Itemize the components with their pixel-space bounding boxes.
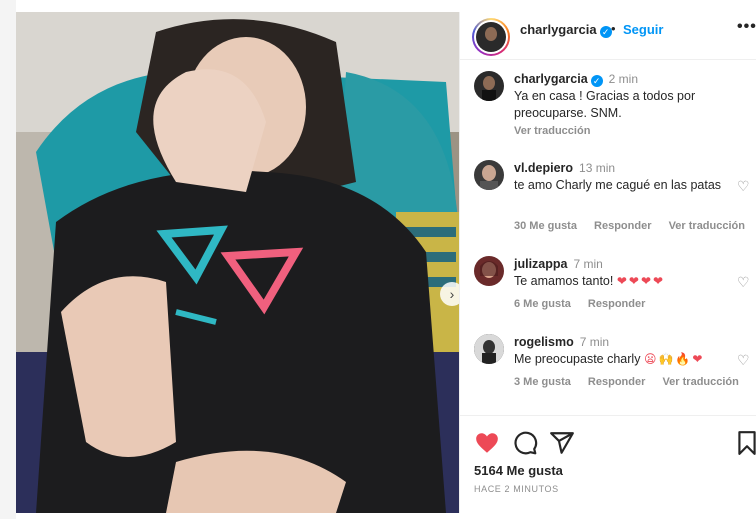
verified-icon: ✓ — [599, 26, 612, 38]
comment-text: te amo Charly me cagué en las patas — [514, 178, 722, 192]
avatar[interactable] — [474, 160, 504, 190]
comment-like-icon[interactable]: ♡ — [737, 178, 750, 195]
more-options-icon[interactable]: ••• — [737, 18, 756, 36]
comment-emoji: ❤❤❤❤ — [616, 274, 666, 288]
caption-time[interactable]: 2 min — [609, 72, 638, 86]
avatar[interactable] — [474, 256, 504, 286]
comments-list[interactable]: charlygarcia ✓ 2 min Ya en casa ! Gracias … — [460, 61, 756, 415]
comment-username[interactable]: julizappa — [514, 257, 567, 271]
translate-link[interactable]: Ver traducción — [514, 125, 590, 137]
comment-time[interactable]: 13 min — [579, 161, 615, 175]
avatar[interactable] — [474, 71, 504, 101]
follow-button[interactable]: Seguir — [623, 22, 663, 37]
author-avatar[interactable] — [472, 18, 510, 56]
comment-likes[interactable]: 3 Me gusta — [514, 376, 571, 388]
comment-username[interactable]: vl.depiero — [514, 161, 573, 175]
share-icon[interactable] — [549, 430, 575, 456]
avatar — [476, 22, 506, 52]
comment-text: Me preocupaste charly — [514, 352, 641, 366]
translate-link[interactable]: Ver traducción — [662, 376, 738, 388]
caption-text: Ya en casa ! Gracias a todos por preocup… — [514, 89, 696, 120]
caption-username[interactable]: charlygarcia — [514, 72, 588, 86]
photo-illustration — [16, 12, 459, 513]
post-likes-count[interactable]: 5164 Me gusta — [474, 463, 563, 478]
comment-meta: 6 Me gusta Responder — [514, 298, 659, 310]
verified-icon: ✓ — [590, 75, 603, 87]
post-actions: 5164 Me gusta HACE 2 MINUTOS — [460, 415, 756, 513]
next-photo-button[interactable]: › — [440, 282, 459, 306]
post-photo[interactable]: › — [16, 12, 459, 513]
comment-like-icon[interactable]: ♡ — [737, 352, 750, 369]
heart-icon[interactable] — [474, 430, 500, 456]
post-side-panel: charlygarcia ✓ • Seguir ••• charlygarcia ✓… — [459, 12, 756, 513]
comment-likes[interactable]: 6 Me gusta — [514, 298, 571, 310]
separator-dot: • — [611, 21, 616, 36]
comment-meta: 30 Me gusta Responder Ver traducción — [514, 220, 756, 232]
comment-icon[interactable] — [512, 430, 538, 456]
reply-button[interactable]: Responder — [594, 220, 651, 232]
caption-meta: Ver traducción — [514, 125, 604, 137]
author-username[interactable]: charlygarcia ✓ — [520, 22, 612, 38]
comment-time[interactable]: 7 min — [573, 257, 602, 271]
post-timestamp[interactable]: HACE 2 MINUTOS — [474, 484, 559, 494]
comment-text: Te amamos tanto! — [514, 274, 614, 288]
comment-time[interactable]: 7 min — [580, 335, 609, 349]
bookmark-icon[interactable] — [734, 430, 756, 456]
translate-link[interactable]: Ver traducción — [669, 220, 745, 232]
post-header: charlygarcia ✓ • Seguir ••• — [460, 12, 756, 60]
reply-button[interactable]: Responder — [588, 298, 645, 310]
left-gutter — [0, 0, 16, 519]
comment-likes[interactable]: 30 Me gusta — [514, 220, 577, 232]
author-name-text[interactable]: charlygarcia — [520, 22, 597, 37]
comment-like-icon[interactable]: ♡ — [737, 274, 750, 291]
comment-username[interactable]: rogelismo — [514, 335, 574, 349]
avatar[interactable] — [474, 334, 504, 364]
reply-button[interactable]: Responder — [588, 376, 645, 388]
comment-meta: 3 Me gusta Responder Ver traducción — [514, 376, 753, 388]
comment-emoji: 😦🙌🔥❤ — [643, 352, 705, 366]
